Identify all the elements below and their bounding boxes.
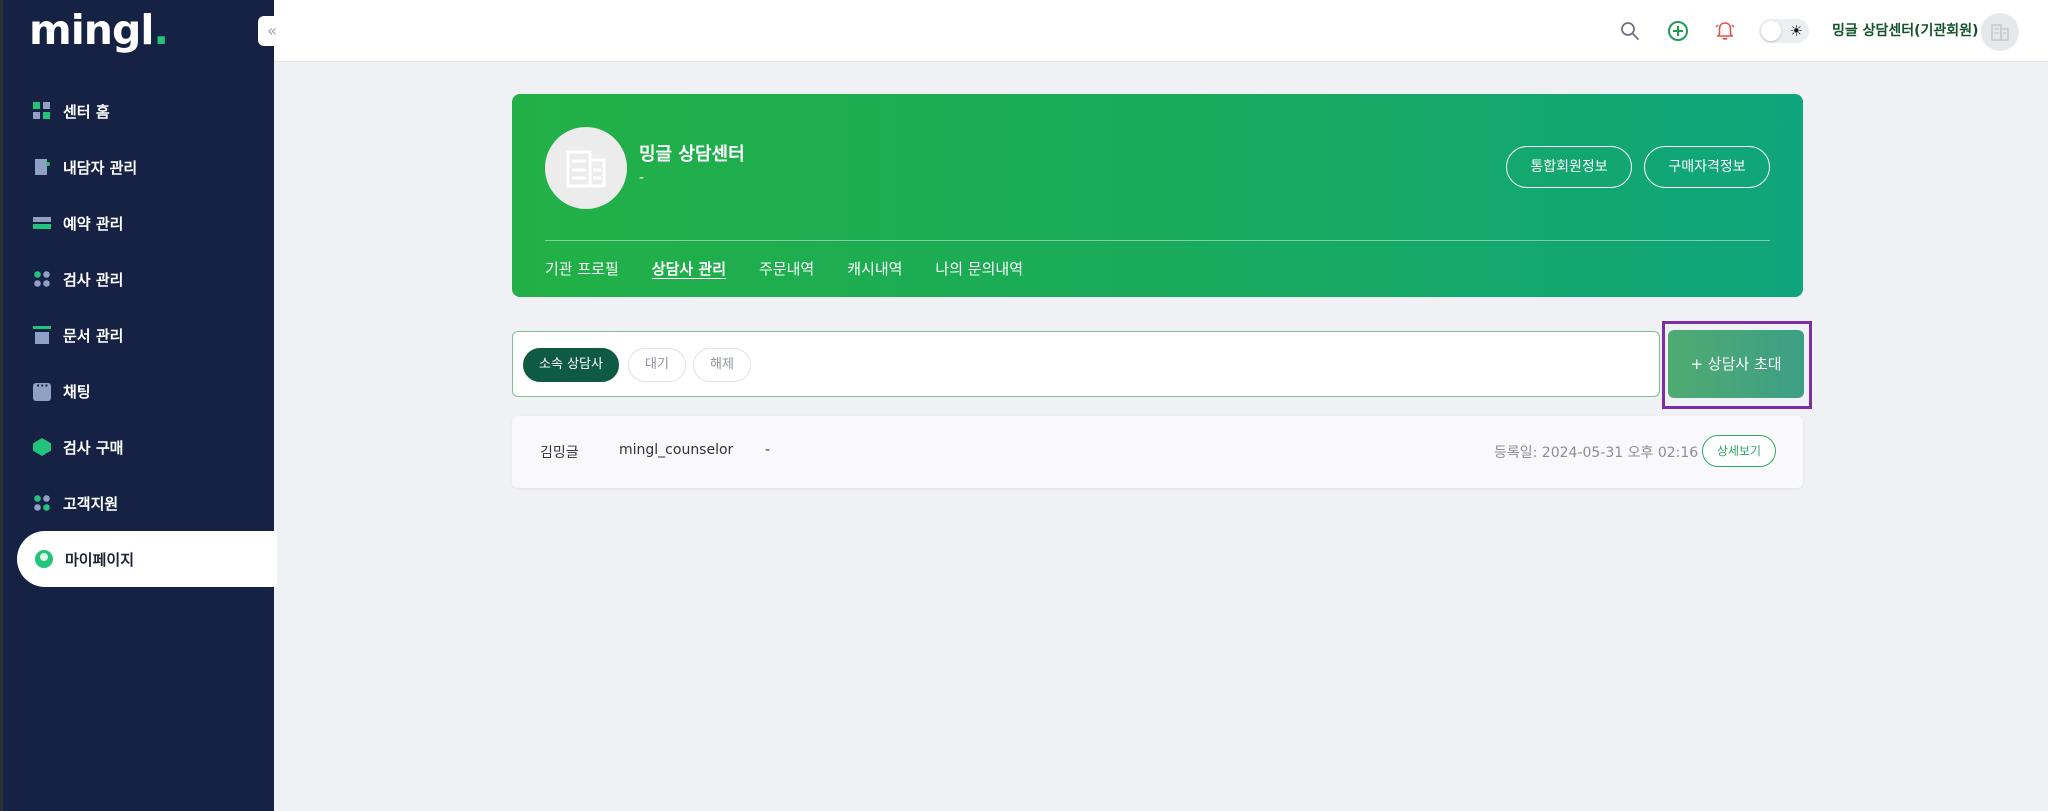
chat-icon: [33, 379, 51, 401]
invite-counselor-button[interactable]: + 상담사 초대: [1668, 330, 1804, 398]
tab-organization-profile[interactable]: 기관 프로필: [545, 258, 619, 279]
banner-divider: [545, 240, 1770, 241]
support-icon: [33, 494, 51, 512]
profile-banner: 밍글 상담센터 - 통합회원정보 구매자격정보 기관 프로필 상담사 관리 주문…: [512, 94, 1803, 297]
search-icon[interactable]: [1616, 17, 1644, 45]
document-icon: [33, 158, 51, 176]
top-bar: ☀ 밍글 상담센터(기관회원): [274, 0, 2048, 62]
toggle-knob: [1761, 21, 1781, 41]
filter-chip-affiliated[interactable]: 소속 상담사: [523, 348, 619, 382]
counselor-username: mingl_counselor: [619, 442, 734, 458]
building-icon: [1991, 24, 2009, 41]
sidebar-item-label: 내담자 관리: [63, 158, 138, 177]
sidebar-item-test-management[interactable]: 검사 관리: [3, 251, 277, 307]
sidebar-item-customer-support[interactable]: 고객지원: [3, 475, 277, 531]
sidebar-nav: 센터 홈 내담자 관리 예약 관리 검사 관리 문서 관리 채팅 검사 구매: [3, 83, 277, 587]
grid-icon: [33, 102, 51, 120]
sidebar-item-mypage[interactable]: 마이페이지: [17, 531, 277, 587]
calendar-icon: [33, 326, 51, 344]
organization-name: 밍글 상담센터: [639, 144, 745, 165]
counselor-filter-bar: 소속 상담사 대기 해제: [512, 331, 1660, 397]
user-icon: [35, 550, 53, 568]
view-detail-button[interactable]: 상세보기: [1702, 435, 1776, 467]
tab-order-history[interactable]: 주문내역: [759, 258, 814, 279]
add-circle-icon[interactable]: [1664, 17, 1692, 45]
organization-subtitle: -: [639, 170, 645, 186]
sidebar-item-label: 마이페이지: [65, 550, 135, 569]
building-icon: [566, 150, 606, 188]
user-name[interactable]: 밍글 상담센터(기관회원): [1832, 20, 1978, 40]
avatar[interactable]: [1981, 13, 2019, 51]
sidebar-item-label: 문서 관리: [63, 326, 124, 345]
sidebar-item-label: 검사 관리: [63, 270, 124, 289]
theme-toggle[interactable]: ☀: [1759, 19, 1809, 43]
counselor-name: 김밍글: [540, 445, 579, 461]
tab-my-inquiries[interactable]: 나의 문의내역: [935, 258, 1023, 279]
bell-icon[interactable]: [1711, 17, 1739, 45]
sidebar: mingl. 센터 홈 내담자 관리 예약 관리 검사 관리 문서 관리 채팅: [0, 0, 277, 811]
organization-avatar: [545, 127, 627, 209]
sidebar-item-center-home[interactable]: 센터 홈: [3, 83, 277, 139]
sidebar-item-document-management[interactable]: 문서 관리: [3, 307, 277, 363]
mingl-logo[interactable]: mingl.: [29, 6, 169, 54]
sidebar-item-client-management[interactable]: 내담자 관리: [3, 139, 277, 195]
sidebar-item-label: 센터 홈: [63, 102, 110, 121]
profile-tabs: 기관 프로필 상담사 관리 주문내역 캐시내역 나의 문의내역: [545, 258, 1056, 279]
sidebar-item-test-purchase[interactable]: 검사 구매: [3, 419, 277, 475]
registration-date: 등록일: 2024-05-31 오후 02:16: [1494, 445, 1699, 461]
tab-cash-history[interactable]: 캐시내역: [847, 258, 902, 279]
toggle-icon: [33, 214, 51, 232]
sidebar-item-label: 채팅: [63, 382, 91, 401]
layers-icon: [33, 438, 51, 456]
member-info-button[interactable]: 통합회원정보: [1506, 146, 1632, 188]
sidebar-item-reservation-management[interactable]: 예약 관리: [3, 195, 277, 251]
sidebar-item-chat[interactable]: 채팅: [3, 363, 277, 419]
counselor-extra: -: [765, 442, 771, 458]
sidebar-item-label: 고객지원: [63, 494, 119, 513]
sidebar-item-label: 예약 관리: [63, 214, 124, 233]
sun-icon: ☀: [1789, 22, 1803, 40]
purchase-qualification-button[interactable]: 구매자격정보: [1644, 146, 1770, 188]
table-row: 김밍글 mingl_counselor - 등록일: 2024-05-31 오후…: [512, 416, 1803, 488]
sidebar-collapse-button[interactable]: «: [258, 16, 286, 46]
filter-chip-released[interactable]: 해제: [693, 348, 751, 382]
dots-icon: [33, 270, 51, 288]
tab-counselor-management[interactable]: 상담사 관리: [652, 258, 726, 279]
filter-chip-pending[interactable]: 대기: [628, 348, 686, 382]
sidebar-item-label: 검사 구매: [63, 438, 124, 457]
